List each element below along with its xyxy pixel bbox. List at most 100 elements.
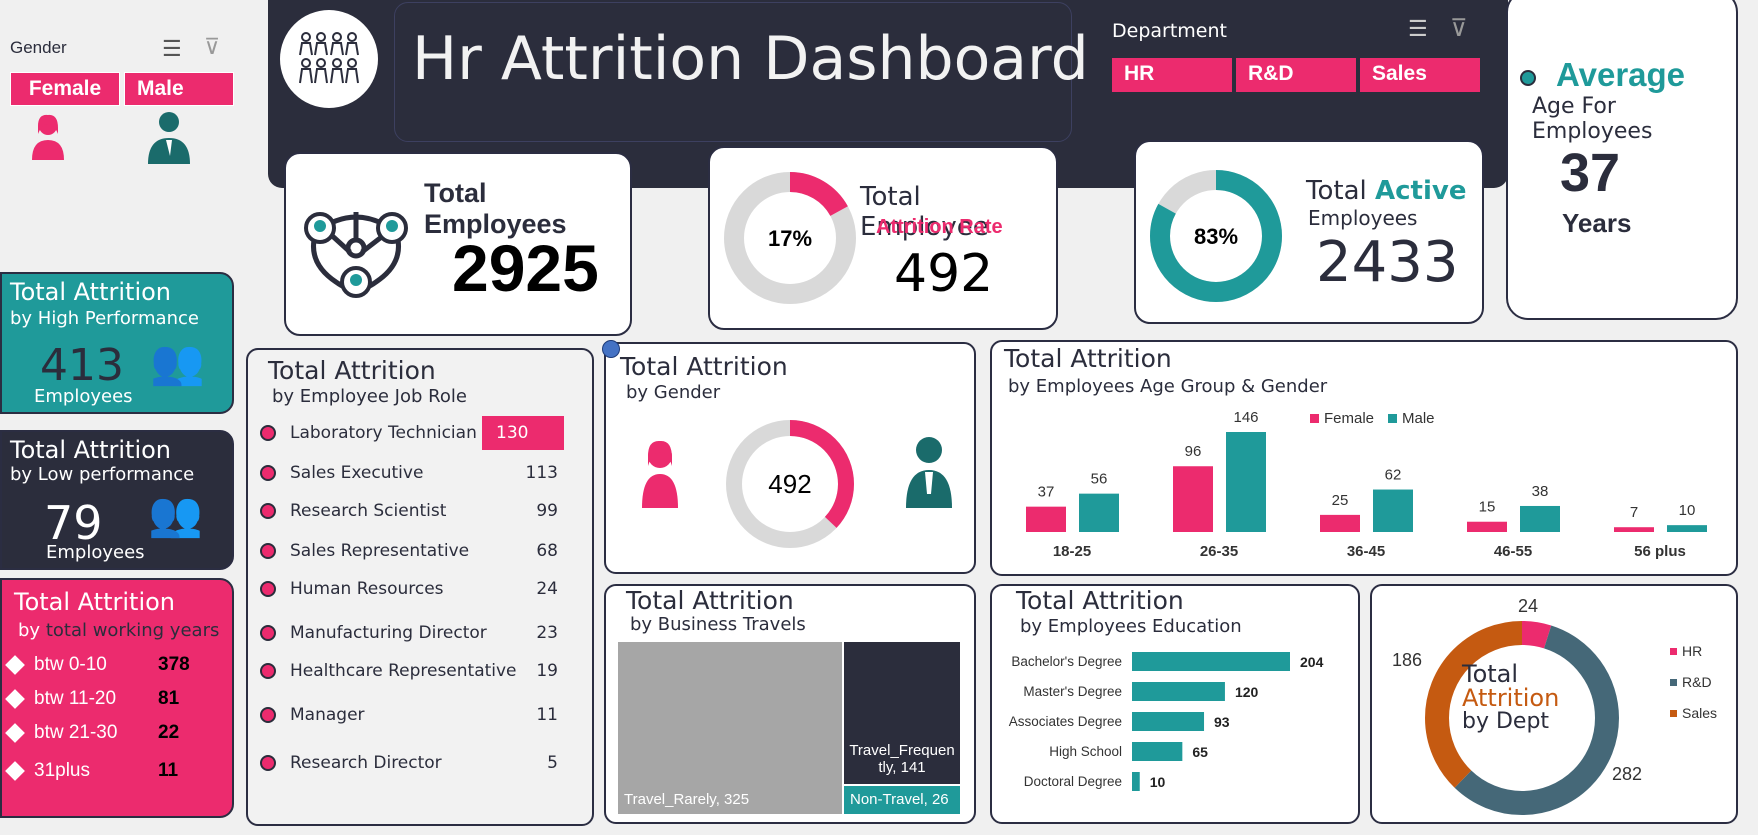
slicer-sales[interactable]: Sales <box>1360 58 1480 92</box>
business-travel-title: Total Attrition <box>626 586 794 615</box>
attrition-rate-pct: 17% <box>768 226 812 251</box>
people-icon: 👥 <box>148 490 203 539</box>
working-years-row: btw 0-10 378 <box>5 650 218 680</box>
gender-slicer: Gender ☰ ⊽ Female Male <box>0 30 240 180</box>
legend-swatch-male <box>1388 414 1397 423</box>
y-tick-label: Master's Degree <box>1023 684 1122 699</box>
bullet-icon <box>260 425 276 441</box>
attrition-rate-label2: Attrition Rate <box>876 216 1003 238</box>
working-years-row-value: 22 <box>158 722 180 743</box>
active-label-active: Active <box>1375 176 1467 206</box>
bar-value-label: 65 <box>1192 744 1208 760</box>
x-tick-label: 26-35 <box>1200 543 1238 560</box>
age-group-card: Total Attrition by Employees Age Group &… <box>990 340 1738 576</box>
bar-value-label: 10 <box>1150 774 1166 790</box>
education-bar <box>1132 772 1140 791</box>
bar-female <box>1320 514 1360 532</box>
low-performance-card: Total Attrition by Low performance 79 Em… <box>0 430 234 570</box>
job-role-row: Manufacturing Director 23 <box>260 618 570 648</box>
treemap-label: Travel_Frequently, 141 <box>849 742 955 776</box>
working-years-row-value: 378 <box>158 654 190 675</box>
treemap-travel-frequently[interactable]: Travel_Frequently, 141 <box>844 642 960 784</box>
bar-value-label: 120 <box>1235 684 1259 700</box>
legend-label-male: Male <box>1402 410 1435 427</box>
multiselect-icon[interactable]: ☰ <box>162 36 182 62</box>
high-performance-card: Total Attrition by High Performance 413 … <box>0 272 234 414</box>
attrition-rate-card: 17% Total Employee Attrition Rate 492 <box>708 146 1058 330</box>
total-employees-card: Total Employees 2925 <box>284 152 632 336</box>
education-card: Total Attrition by Employees Education B… <box>990 584 1360 824</box>
gender-donut-value: 492 <box>768 469 811 499</box>
job-role-row: Healthcare Representative 19 <box>260 656 570 686</box>
job-role-label: Research Scientist <box>290 501 447 521</box>
selection-dot[interactable] <box>602 340 620 358</box>
treemap-label: Travel_Rarely, 325 <box>624 791 750 808</box>
diamond-icon <box>5 761 25 781</box>
education-chart: Bachelor's Degree 204 Master's Degree 120 As… <box>1009 652 1324 791</box>
gender-slicer-title: Gender <box>10 38 67 57</box>
active-employees-card: 83% Total Active Employees 2433 <box>1134 140 1484 324</box>
x-tick-label: 56 plus <box>1634 543 1686 560</box>
working-years-row-label: btw 0-10 <box>34 654 107 675</box>
active-value: 2433 <box>1316 230 1459 295</box>
job-role-value: 19 <box>536 661 558 681</box>
job-role-row: Research Director 5 <box>260 748 570 778</box>
total-employees-value: 2925 <box>452 231 599 305</box>
clear-filter-icon[interactable]: ⊽ <box>204 34 220 60</box>
active-donut: 83% <box>1150 170 1282 302</box>
treemap-label: Non-Travel, 26 <box>850 791 949 808</box>
avg-age-title: Average <box>1556 56 1686 93</box>
bullet-icon <box>260 581 276 597</box>
business-travel-subtitle: by Business Travels <box>630 614 806 635</box>
slicer-rnd[interactable]: R&D <box>1236 58 1356 92</box>
business-travel-card: Total Attrition by Business Travels Trav… <box>604 584 976 824</box>
job-role-value: 99 <box>536 501 558 521</box>
clear-filter-icon[interactable]: ⊽ <box>1450 14 1468 43</box>
multiselect-icon[interactable]: ☰ <box>1408 16 1428 42</box>
bullet-icon <box>260 755 276 771</box>
y-tick-label: Associates Degree <box>1009 714 1122 729</box>
bar-value-label: 10 <box>1679 502 1696 519</box>
job-role-row: Manager 11 <box>260 700 570 730</box>
job-role-value: 5 <box>547 753 558 773</box>
bullet-icon <box>260 543 276 559</box>
working-years-row-label: btw 21-30 <box>34 722 118 743</box>
job-role-label: Human Resources <box>290 579 444 599</box>
bar-female <box>1026 506 1066 532</box>
dept-value-label: 186 <box>1392 650 1422 670</box>
job-role-value: 11 <box>536 705 558 725</box>
legend-label: R&D <box>1682 674 1712 690</box>
job-role-row: Sales Representative 68 <box>260 536 570 566</box>
working-years-row-value: 11 <box>158 760 179 781</box>
job-role-title: Total Attrition <box>268 356 436 385</box>
gender-attrition-title: Total Attrition <box>620 352 788 381</box>
bar-male <box>1520 505 1560 532</box>
job-role-value: 130 <box>482 416 564 450</box>
high-perf-value: 413 <box>40 340 124 391</box>
slicer-male[interactable]: Male <box>124 72 234 106</box>
job-role-label: Sales Representative <box>290 541 470 561</box>
treemap-non-travel[interactable]: Non-Travel, 26 <box>844 786 960 814</box>
active-pct: 83% <box>1194 224 1238 249</box>
education-bar <box>1132 652 1290 671</box>
job-role-row: Research Scientist 99 <box>260 496 570 526</box>
slicer-hr[interactable]: HR <box>1112 58 1232 92</box>
diamond-icon <box>5 689 25 709</box>
bullet-icon <box>260 625 276 641</box>
legend-label-female: Female <box>1324 410 1374 427</box>
slicer-female[interactable]: Female <box>10 72 120 106</box>
avg-age-card: Average Age For Employees 37 Years <box>1506 0 1738 320</box>
working-years-sub-b: total working years <box>45 620 220 641</box>
job-role-value: 68 <box>536 541 558 561</box>
attrition-rate-donut: 17% <box>724 172 856 304</box>
low-perf-subtitle: by Low performance <box>10 464 195 485</box>
bar-value-label: 62 <box>1385 467 1402 484</box>
job-role-label: Manager <box>290 705 365 725</box>
avg-age-subtitle: Age For Employees <box>1532 94 1653 144</box>
bar-female <box>1173 466 1213 532</box>
active-label1: Total Active <box>1306 176 1466 206</box>
treemap-travel-rarely[interactable]: Travel_Rarely, 325 <box>618 642 842 814</box>
legend-swatch <box>1670 679 1677 686</box>
legend-swatch <box>1670 648 1677 655</box>
job-role-value: 24 <box>536 579 558 599</box>
